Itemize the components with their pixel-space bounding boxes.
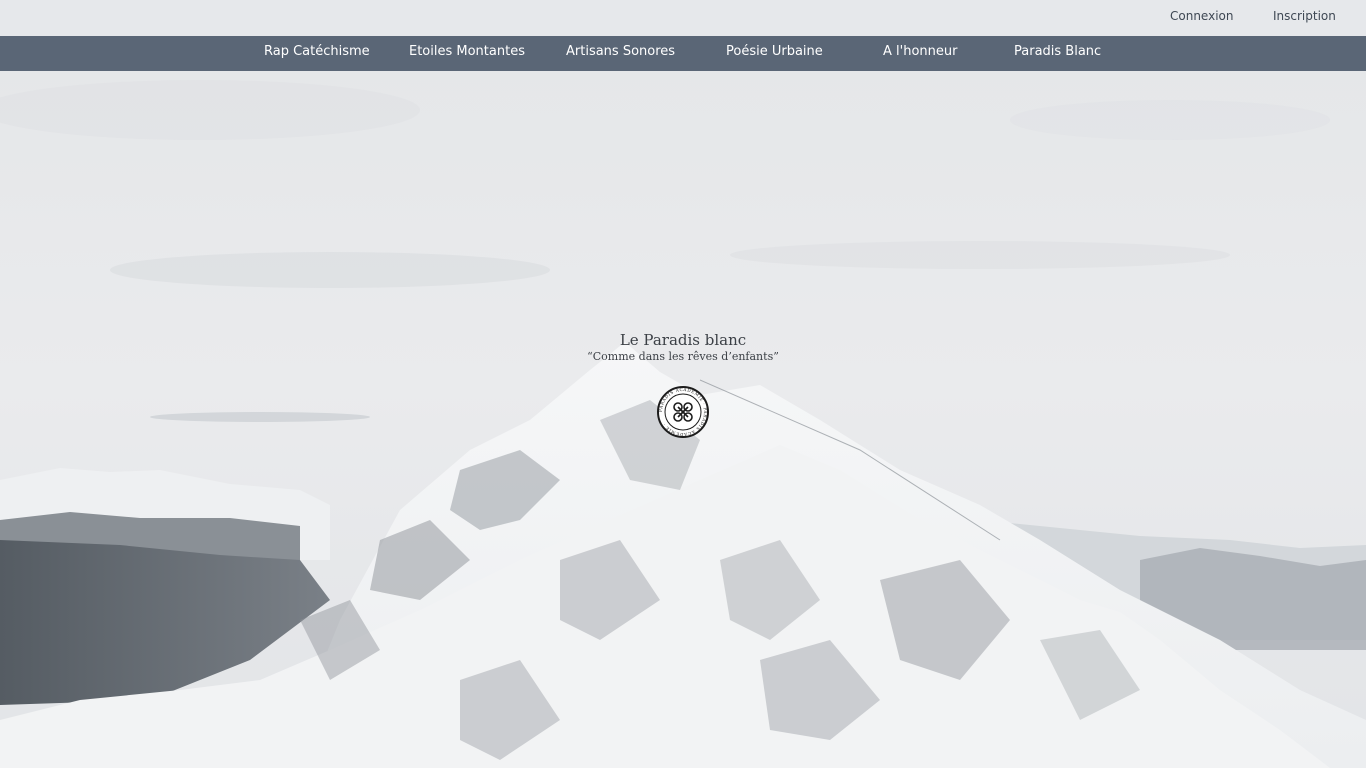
login-link[interactable]: Connexion bbox=[1170, 9, 1234, 23]
nav-item-poesie-urbaine[interactable]: Poésie Urbaine bbox=[726, 44, 823, 59]
nav-item-rap-catechisme[interactable]: Rap Catéchisme bbox=[264, 44, 370, 59]
mountain-background bbox=[0, 0, 1366, 768]
page: Connexion Inscription Rap Catéchisme Eto… bbox=[0, 0, 1366, 768]
register-link[interactable]: Inscription bbox=[1273, 9, 1336, 23]
nav-item-a-lhonneur[interactable]: A l'honneur bbox=[883, 44, 957, 59]
main-navigation: Rap Catéchisme Etoiles Montantes Artisan… bbox=[0, 36, 1366, 71]
nav-item-paradis-blanc[interactable]: Paradis Blanc bbox=[1014, 44, 1101, 59]
nav-item-artisans-sonores[interactable]: Artisans Sonores bbox=[566, 44, 675, 59]
paradis-academie-seal-icon[interactable]: PARADIS ACADEMIE · PARADIS ACADEMIE · bbox=[657, 386, 709, 438]
hero-subtitle: “Comme dans les rêves d’enfants” bbox=[587, 350, 779, 363]
top-auth-bar: Connexion Inscription bbox=[0, 0, 1366, 36]
nav-item-etoiles-montantes[interactable]: Etoiles Montantes bbox=[409, 44, 525, 59]
hero-title: Le Paradis blanc bbox=[619, 331, 747, 349]
